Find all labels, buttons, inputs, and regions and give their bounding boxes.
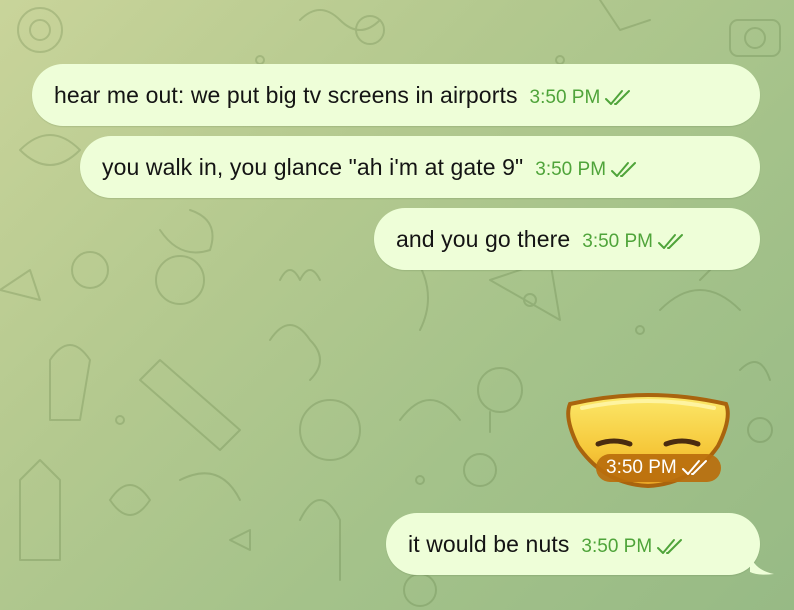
message-bubble[interactable]: and you go there 3:50 PM bbox=[374, 208, 760, 270]
message-meta: 3:50 PM bbox=[535, 159, 640, 181]
double-check-icon bbox=[681, 460, 707, 475]
bubble-tail bbox=[750, 554, 774, 575]
message-bubble[interactable]: you walk in, you glance "ah i'm at gate … bbox=[80, 136, 760, 198]
message-bubble[interactable]: it would be nuts 3:50 PM bbox=[386, 513, 760, 575]
message-time: 3:50 PM bbox=[529, 87, 601, 108]
double-check-icon bbox=[657, 539, 683, 554]
message-meta: 3:50 PM bbox=[582, 231, 687, 253]
message-time: 3:50 PM bbox=[582, 231, 654, 252]
message-bubble[interactable]: hear me out: we put big tv screens in ai… bbox=[32, 64, 760, 126]
double-check-icon bbox=[611, 162, 637, 177]
message-meta: 3:50 PM bbox=[530, 87, 635, 109]
message-meta: 3:50 PM bbox=[581, 536, 686, 558]
message-text: you walk in, you glance "ah i'm at gate … bbox=[102, 153, 524, 180]
message-text: hear me out: we put big tv screens in ai… bbox=[54, 81, 518, 108]
double-check-icon bbox=[658, 234, 684, 249]
message-time: 3:50 PM bbox=[581, 536, 653, 557]
double-check-icon bbox=[605, 90, 631, 105]
message-time: 3:50 PM bbox=[535, 159, 607, 180]
sticker-meta: 3:50 PM bbox=[596, 454, 721, 482]
message-time: 3:50 PM bbox=[606, 457, 677, 478]
message-text: it would be nuts bbox=[408, 530, 570, 557]
message-text: and you go there bbox=[396, 225, 571, 252]
